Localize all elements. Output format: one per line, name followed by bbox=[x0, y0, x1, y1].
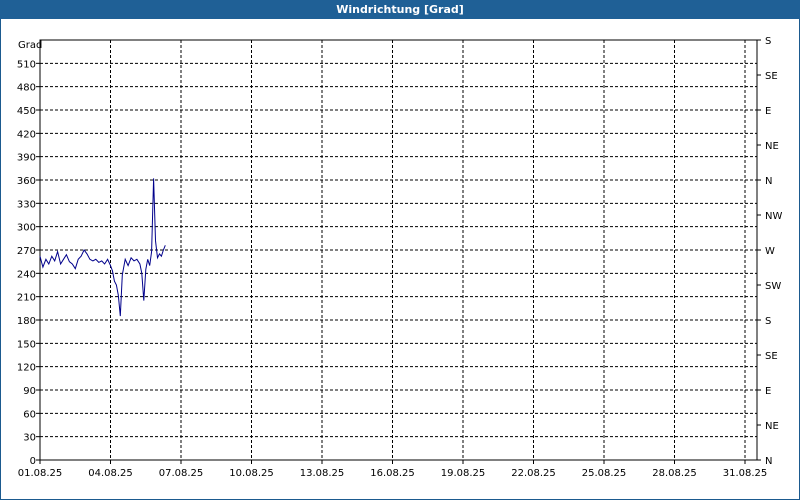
right-tick-label: S bbox=[765, 316, 771, 327]
y-tick-label: 120 bbox=[17, 363, 36, 374]
x-tick-label: 31.08.25 bbox=[723, 468, 768, 479]
right-tick-label: NE bbox=[765, 141, 779, 152]
right-tick-label: SE bbox=[765, 351, 778, 362]
y-tick-label: 30 bbox=[23, 433, 36, 444]
y-axis-ticks: 0 30 60 90 120 150 180 210 240 270 300 330 360 390 420… bbox=[17, 59, 40, 467]
y-tick-label: 60 bbox=[23, 409, 36, 420]
right-tick-label: N bbox=[765, 176, 772, 187]
wind-direction-chart: 0 30 60 90 120 150 180 210 240 270 300 330 360 390 420… bbox=[17, 36, 783, 479]
x-tick-label: 07.08.25 bbox=[159, 468, 204, 479]
right-tick-label: SE bbox=[765, 71, 778, 82]
x-tick-label: 28.08.25 bbox=[652, 468, 697, 479]
y-tick-label: 240 bbox=[17, 269, 36, 280]
x-tick-label: 10.08.25 bbox=[229, 468, 274, 479]
right-tick-label: N bbox=[765, 456, 772, 467]
y-tick-label: 510 bbox=[17, 59, 36, 70]
y-tick-label: 360 bbox=[17, 176, 36, 187]
y-tick-label: 90 bbox=[23, 386, 36, 397]
x-tick-label: 04.08.25 bbox=[88, 468, 133, 479]
x-tick-label: 19.08.25 bbox=[441, 468, 486, 479]
right-tick-label: NE bbox=[765, 421, 779, 432]
right-tick-label: E bbox=[765, 106, 771, 117]
right-tick-label: SW bbox=[765, 281, 781, 292]
right-tick-label: NW bbox=[765, 211, 782, 222]
x-tick-label: 01.08.25 bbox=[18, 468, 63, 479]
y-tick-label: 270 bbox=[17, 246, 36, 257]
x-axis-ticks: 01.08.25 04.08.25 07.08.25 10.08.25 13.08.25… bbox=[18, 460, 768, 479]
x-tick-label: 16.08.25 bbox=[370, 468, 415, 479]
x-tick-label: 25.08.25 bbox=[582, 468, 627, 479]
y-tick-label: 330 bbox=[17, 199, 36, 210]
x-tick-label: 13.08.25 bbox=[300, 468, 345, 479]
y-tick-label: 180 bbox=[17, 316, 36, 327]
y-tick-label: 150 bbox=[17, 339, 36, 350]
y-tick-label: 480 bbox=[17, 83, 36, 94]
right-tick-label: W bbox=[765, 246, 775, 257]
right-axis-ticks: N NE E SE S SW W NW N NE E SE S bbox=[757, 36, 782, 467]
y-tick-label: 390 bbox=[17, 153, 36, 164]
y-tick-label: 210 bbox=[17, 293, 36, 304]
y-tick-label: 0 bbox=[30, 456, 36, 467]
right-tick-label: S bbox=[765, 36, 771, 47]
y-axis-label: Grad bbox=[18, 40, 42, 51]
y-tick-label: 450 bbox=[17, 106, 36, 117]
right-tick-label: E bbox=[765, 386, 771, 397]
x-tick-label: 22.08.25 bbox=[511, 468, 556, 479]
y-tick-label: 420 bbox=[17, 129, 36, 140]
y-tick-label: 300 bbox=[17, 223, 36, 234]
